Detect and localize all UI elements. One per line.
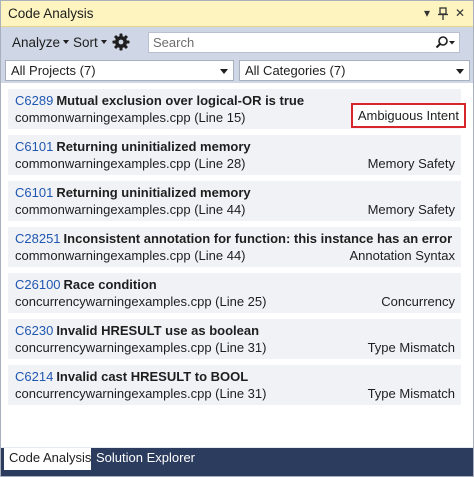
result-item[interactable]: C6214 Invalid cast HRESULT to BOOL concur… (8, 365, 461, 405)
warning-category: Annotation Syntax (349, 248, 455, 263)
analyze-menu-button[interactable]: Analyze (12, 35, 70, 50)
warning-code-link[interactable]: C28251 (15, 231, 61, 246)
tab-solution-explorer[interactable]: Solution Explorer (96, 448, 195, 470)
warning-title: Invalid HRESULT use as boolean (56, 323, 260, 338)
close-icon[interactable]: ✕ (452, 5, 468, 22)
project-filter-select[interactable]: All Projects (7) (5, 60, 234, 81)
chevron-down-icon (63, 40, 70, 45)
search-box[interactable] (148, 32, 460, 53)
window-title: Code Analysis (8, 6, 94, 21)
bottom-tab-strip: Code Analysis Solution Explorer (1, 448, 473, 476)
warning-file-location: concurrencywarningexamples.cpp (Line 31) (15, 340, 267, 355)
warning-file-location: commonwarningexamples.cpp (Line 28) (15, 156, 246, 171)
warning-category: Memory Safety (367, 156, 455, 171)
chevron-down-icon (456, 69, 464, 74)
analyze-menu-label: Analyze (12, 35, 61, 50)
warning-file-location: commonwarningexamples.cpp (Line 44) (15, 202, 246, 217)
warning-code-link[interactable]: C6214 (15, 369, 53, 384)
result-item[interactable]: C26100 Race condition concurrencywarninge… (8, 273, 461, 313)
sort-menu-button[interactable]: Sort (73, 35, 107, 50)
warning-category: Type Mismatch (367, 340, 455, 355)
warning-code-link[interactable]: C6101 (15, 185, 53, 200)
results-list: C6289 Mutual exclusion over logical-OR is… (1, 83, 473, 447)
warning-title: Race condition (63, 277, 157, 292)
result-item[interactable]: C6230 Invalid HRESULT use as boolean conc… (8, 319, 461, 359)
search-input[interactable] (153, 34, 423, 51)
warning-title: Mutual exclusion over logical-OR is true (56, 93, 305, 108)
chevron-down-icon (100, 40, 107, 45)
sort-menu-label: Sort (73, 35, 98, 50)
warning-category: Memory Safety (367, 202, 455, 217)
warning-file-location: concurrencywarningexamples.cpp (Line 31) (15, 386, 267, 401)
warning-file-location: commonwarningexamples.cpp (Line 44) (15, 248, 246, 263)
result-item[interactable]: C28251 Inconsistent annotation for functi… (8, 227, 461, 267)
warning-title: Returning uninitialized memory (56, 185, 251, 200)
chevron-down-icon (220, 69, 228, 74)
result-item[interactable]: C6101 Returning uninitialized memory comm… (8, 181, 461, 221)
warning-file-location: concurrencywarningexamples.cpp (Line 25) (15, 294, 267, 309)
warning-title: Returning uninitialized memory (56, 139, 251, 154)
warning-code-link[interactable]: C6230 (15, 323, 53, 338)
category-filter-value: All Categories (7) (245, 63, 346, 78)
warning-category: Concurrency (381, 294, 455, 309)
warning-code-link[interactable]: C6101 (15, 139, 53, 154)
gear-icon[interactable] (112, 33, 130, 51)
warning-title: Inconsistent annotation for function: th… (63, 231, 453, 246)
title-bar: Code Analysis ▾ ✕ (1, 1, 473, 27)
warning-code-link[interactable]: C6289 (15, 93, 53, 108)
pin-icon[interactable] (435, 5, 451, 22)
warning-file-location: commonwarningexamples.cpp (Line 15) (15, 110, 246, 125)
category-filter-select[interactable]: All Categories (7) (239, 60, 470, 81)
project-filter-value: All Projects (7) (11, 63, 96, 78)
warning-code-link[interactable]: C26100 (15, 277, 61, 292)
result-item[interactable]: C6289 Mutual exclusion over logical-OR is… (8, 89, 466, 129)
warning-category-highlighted: Ambiguous Intent (350, 103, 466, 128)
toolbar: Analyze Sort (1, 27, 473, 59)
result-item[interactable]: C6101 Returning uninitialized memory comm… (8, 135, 461, 175)
search-icon[interactable] (434, 35, 456, 51)
filter-bar: All Projects (7) All Categories (7) (1, 59, 473, 83)
tab-code-analysis[interactable]: Code Analysis (4, 448, 91, 470)
code-analysis-window: Code Analysis ▾ ✕ Analyze Sort Search Al… (0, 0, 474, 477)
warning-category: Type Mismatch (367, 386, 455, 401)
warning-title: Invalid cast HRESULT to BOOL (56, 369, 249, 384)
window-menu-dropdown-icon[interactable]: ▾ (419, 5, 435, 22)
